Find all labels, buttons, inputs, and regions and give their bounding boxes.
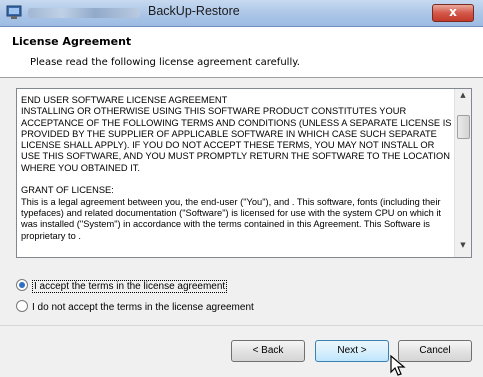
next-button[interactable]: Next > <box>315 340 389 362</box>
window-title: BackUp-Restore <box>148 4 240 18</box>
accept-radio-label[interactable]: I accept the terms in the license agreem… <box>32 280 228 293</box>
scroll-down-arrow-icon[interactable]: ▼ <box>455 241 471 255</box>
decline-radio[interactable]: I do not accept the terms in the license… <box>16 300 254 313</box>
close-icon: x <box>449 5 457 19</box>
footer-divider <box>0 325 483 326</box>
redacted-title-prefix <box>28 8 140 18</box>
back-button[interactable]: < Back <box>231 340 305 362</box>
license-text: END USER SOFTWARE LICENSE AGREEMENT INST… <box>21 95 452 241</box>
page-subtitle: Please read the following license agreem… <box>30 57 300 68</box>
dialog-header: License Agreement Please read the follow… <box>0 27 483 78</box>
accept-radio[interactable]: I accept the terms in the license agreem… <box>16 279 228 293</box>
title-bar: BackUp-Restore x <box>0 0 483 27</box>
radio-unselected-icon[interactable] <box>16 300 28 312</box>
vertical-scrollbar[interactable]: ▲ ▼ <box>454 89 471 257</box>
license-text-box[interactable]: END USER SOFTWARE LICENSE AGREEMENT INST… <box>16 88 472 258</box>
page-title: License Agreement <box>12 35 132 48</box>
mouse-pointer-icon <box>390 355 406 376</box>
app-icon <box>6 5 22 19</box>
decline-radio-label[interactable]: I do not accept the terms in the license… <box>32 302 254 313</box>
scroll-up-arrow-icon[interactable]: ▲ <box>455 91 471 105</box>
radio-selected-icon[interactable] <box>16 279 28 291</box>
scroll-thumb[interactable] <box>457 115 470 139</box>
close-button[interactable]: x <box>432 4 474 22</box>
